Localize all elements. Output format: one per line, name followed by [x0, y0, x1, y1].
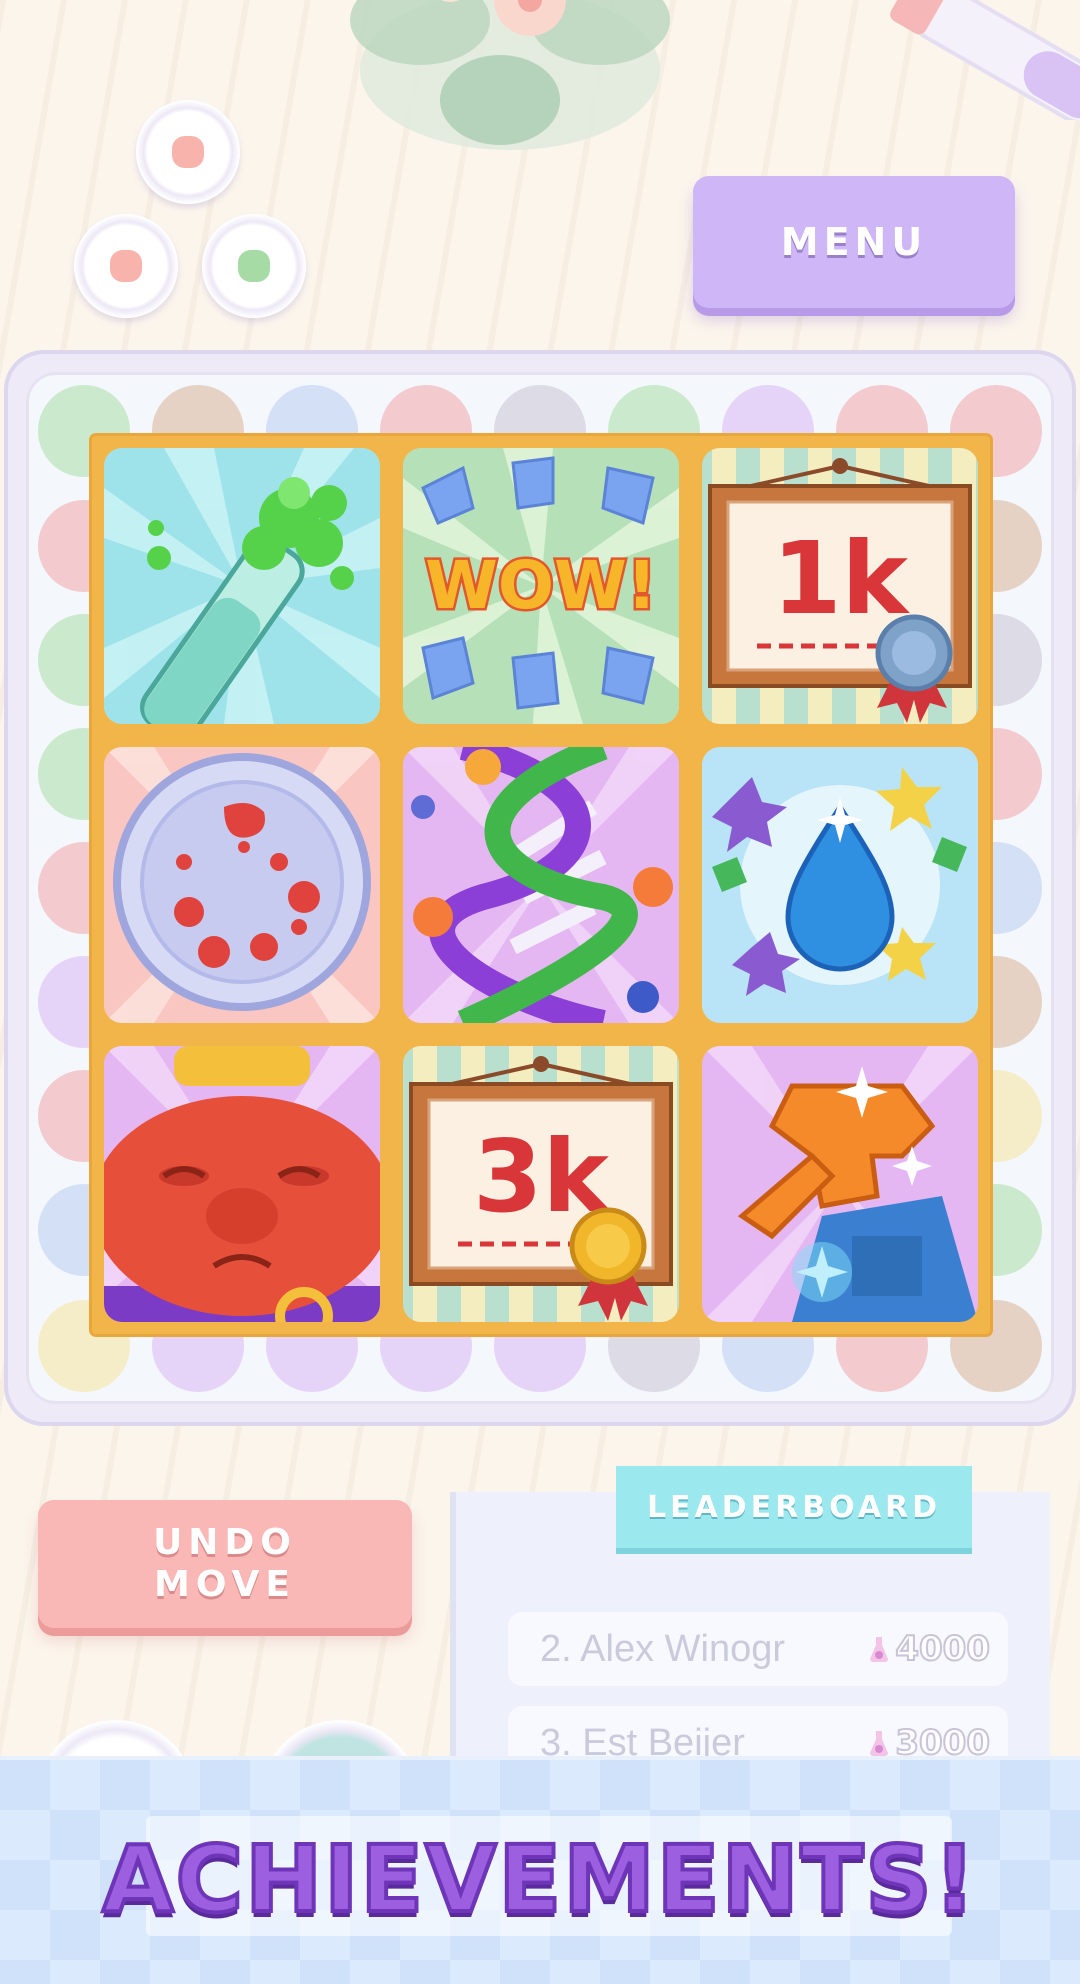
- dna-icon: [403, 747, 679, 1023]
- water-drop-icon: [702, 747, 978, 1023]
- wow-icon: WOW!: [403, 448, 679, 724]
- achievement-water-drop[interactable]: [702, 747, 978, 1023]
- achievement-spray-bottle[interactable]: [702, 1046, 978, 1322]
- certificate-icon: 3k: [403, 1046, 679, 1322]
- spray-bottle-icon: [702, 1046, 978, 1322]
- plant-decoration: [350, 0, 670, 150]
- flask-icon: [870, 1637, 889, 1662]
- petri-dish-decoration: [74, 214, 178, 318]
- achievement-dna[interactable]: [403, 747, 679, 1023]
- petri-dish-decoration: [136, 100, 240, 204]
- achievement-flask[interactable]: [104, 448, 380, 724]
- certificate-icon: 1k: [702, 448, 978, 724]
- achievement-wow[interactable]: WOW!: [403, 448, 679, 724]
- achievement-3k[interactable]: 3k: [403, 1046, 679, 1322]
- svg-text:WOW!: WOW!: [425, 547, 657, 624]
- petri-dish-icon: [104, 747, 380, 1023]
- leaderboard-tab[interactable]: LEADERBOARD: [616, 1466, 972, 1548]
- undo-move-button[interactable]: UNDO MOVE: [38, 1500, 412, 1628]
- blob-creature-icon: [104, 1046, 380, 1322]
- player-name: 2. Alex Winogr: [540, 1627, 785, 1670]
- svg-text:1k: 1k: [772, 520, 911, 637]
- achievement-petri-dish[interactable]: [104, 747, 380, 1023]
- undo-label-line1: UNDO: [153, 1522, 297, 1563]
- achievement-blob-creature[interactable]: [104, 1046, 380, 1322]
- undo-label-line2: MOVE: [154, 1564, 296, 1605]
- player-score: 4000: [869, 1628, 991, 1670]
- flask-icon: [104, 448, 380, 724]
- achievement-1k[interactable]: 1k: [702, 448, 978, 724]
- menu-button[interactable]: MENU: [693, 176, 1015, 308]
- test-tube-decoration: [890, 0, 1080, 120]
- petri-dish-decoration: [202, 214, 306, 318]
- leaderboard-row: 2. Alex Winogr 4000: [508, 1612, 1008, 1686]
- achievements-grid: WOW! 1k 3k: [92, 436, 990, 1334]
- banner-title: ACHIEVEMENTS!: [100, 1824, 978, 1935]
- score-value: 4000: [894, 1628, 991, 1670]
- flask-icon: [870, 1731, 889, 1756]
